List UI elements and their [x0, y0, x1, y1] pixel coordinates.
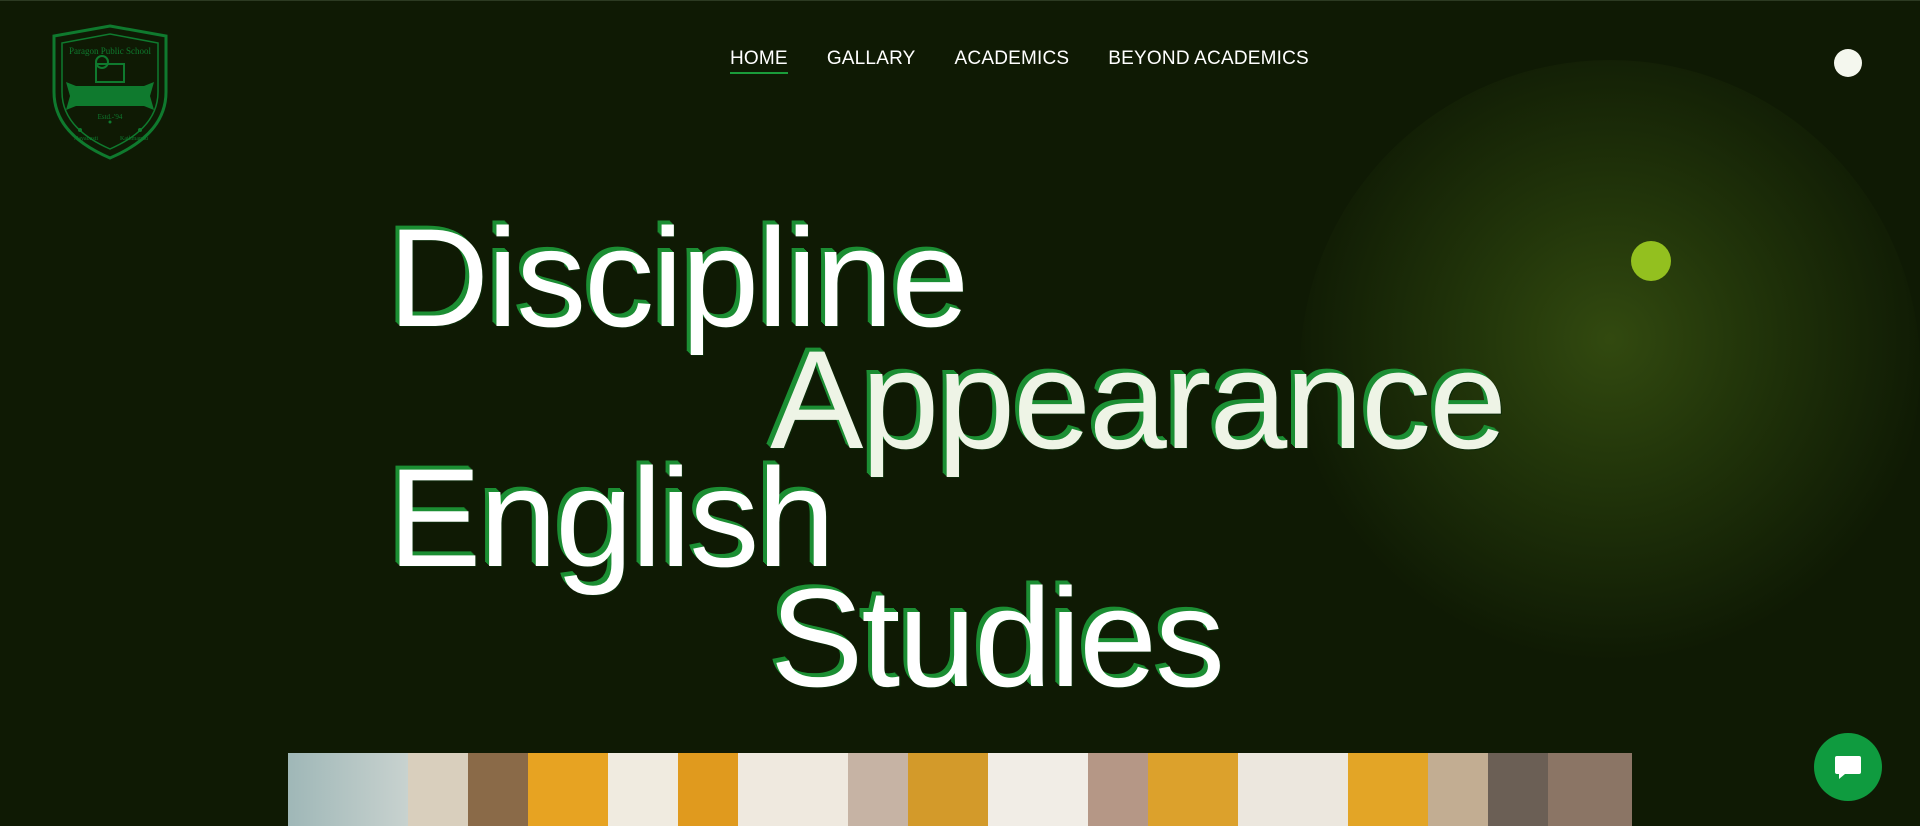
crest-icon: Paragon Public School Estd.-'94 Nayabast…	[52, 24, 168, 160]
nav-item-home[interactable]: HOME	[730, 48, 788, 74]
circle-menu-icon[interactable]	[1834, 49, 1862, 77]
school-logo[interactable]: Paragon Public School Estd.-'94 Nayabast…	[40, 22, 180, 162]
top-border	[0, 0, 1920, 1]
logo-location-right: Kathmandu	[120, 136, 148, 142]
logo-established: Estd.-'94	[98, 113, 123, 121]
main-nav: HOME GALLARY ACADEMICS BEYOND ACADEMICS	[730, 48, 1309, 74]
logo-school-name: Paragon Public School	[69, 46, 151, 56]
hero-word-studies: Studies	[770, 559, 1225, 716]
hero-word-english: English	[388, 439, 835, 596]
nav-item-academics[interactable]: ACADEMICS	[955, 48, 1070, 74]
lime-dot-icon	[1631, 241, 1671, 281]
nav-item-beyond-academics[interactable]: BEYOND ACADEMICS	[1108, 48, 1309, 74]
hero-photo	[288, 753, 1632, 826]
chat-bubble-icon	[1835, 756, 1861, 779]
hero-word-appearance: Appearance	[770, 321, 1507, 478]
chat-button[interactable]	[1814, 733, 1882, 801]
logo-location-left: Nayabasti	[74, 136, 98, 142]
nav-item-gallary[interactable]: GALLARY	[827, 48, 916, 74]
